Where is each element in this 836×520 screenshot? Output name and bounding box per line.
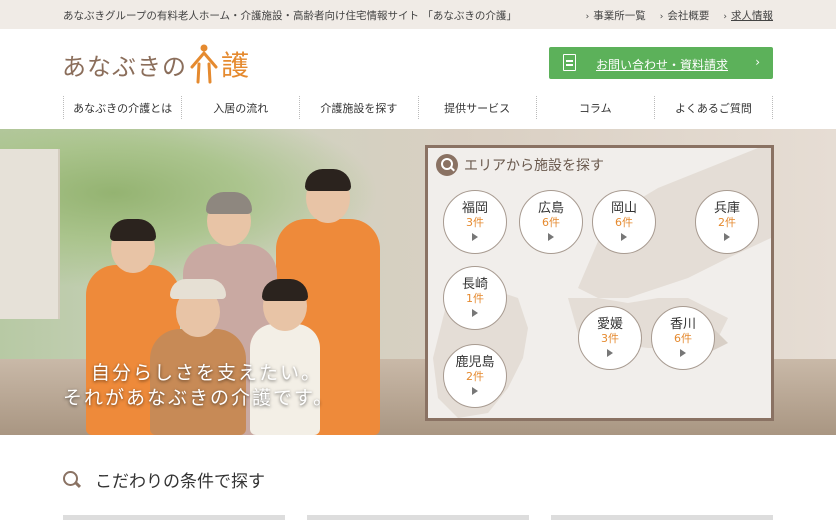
nav-find-facility[interactable]: 介護施設を探す (300, 96, 419, 119)
logo-mark-icon (189, 42, 219, 86)
contact-request-button[interactable]: お問い合わせ・資料請求 › (549, 47, 773, 79)
pref-button-hyogo[interactable]: 兵庫 2件 (695, 190, 759, 254)
play-arrow-icon (472, 233, 478, 241)
chevron-right-icon: › (585, 12, 590, 22)
top-bar: あなぶきグループの有料老人ホーム・介護施設・高齢者向け住宅情報サイト 「あなぶき… (0, 0, 836, 29)
area-search-title: エリアから施設を探す (436, 154, 604, 176)
nav-about[interactable]: あなぶきの介護とは (63, 96, 183, 119)
play-arrow-icon (680, 349, 686, 357)
nav-column[interactable]: コラム (537, 96, 655, 119)
play-arrow-icon (548, 233, 554, 241)
contact-button-label: お問い合わせ・資料請求 (596, 58, 729, 72)
chevron-right-icon: › (659, 12, 664, 22)
pref-button-ehime[interactable]: 愛媛 3件 (578, 306, 642, 370)
area-search-panel: エリアから施設を探す 福岡 3件 広島 6件 岡山 6件 兵庫 2件 長崎 1件… (425, 145, 774, 421)
top-links: › 事業所一覧 › 会社概要 › 求人情報 (586, 8, 773, 23)
hero-person-girl (250, 279, 320, 435)
document-icon (563, 54, 576, 71)
condition-cards-row (63, 515, 773, 520)
hero-catch-line: 自分らしさを支えたい。 (91, 362, 323, 384)
site-tagline: あなぶきグループの有料老人ホーム・介護施設・高齢者向け住宅情報サイト 「あなぶき… (63, 10, 517, 22)
play-arrow-icon (621, 233, 627, 241)
chevron-right-icon: › (755, 55, 760, 69)
nav-move-in-flow[interactable]: 入居の流れ (182, 96, 301, 119)
condition-card[interactable] (63, 515, 285, 520)
play-arrow-icon (724, 233, 730, 241)
top-link-offices[interactable]: › 事業所一覧 (586, 8, 646, 23)
nav-services[interactable]: 提供サービス (419, 96, 537, 119)
logo-kanji: 護 (221, 49, 250, 82)
global-nav: あなぶきの介護とは 入居の流れ 介護施設を探す 提供サービス コラム よくあるご… (63, 96, 774, 119)
play-arrow-icon (472, 387, 478, 395)
hero-person-grandmother (150, 279, 246, 435)
pref-button-kagoshima[interactable]: 鹿児島 2件 (443, 344, 507, 408)
pref-button-fukuoka[interactable]: 福岡 3件 (443, 190, 507, 254)
site-logo[interactable]: あなぶきの 護 (62, 42, 249, 86)
top-link-company[interactable]: › 会社概要 (660, 8, 710, 23)
chevron-right-icon: › (723, 12, 727, 22)
pref-button-hiroshima[interactable]: 広島 6件 (519, 190, 583, 254)
condition-card[interactable] (307, 515, 529, 520)
conditions-search-heading: こだわりの条件で探す (63, 467, 265, 492)
play-arrow-icon (607, 349, 613, 357)
pref-button-kagawa[interactable]: 香川 6件 (651, 306, 715, 370)
search-icon (63, 470, 81, 489)
hero-building (0, 149, 60, 319)
top-link-recruit[interactable]: › 求人情報 (723, 8, 773, 23)
pref-button-nagasaki[interactable]: 長崎 1件 (443, 266, 507, 330)
pref-button-okayama[interactable]: 岡山 6件 (592, 190, 656, 254)
hero-catch-line: それがあなぶきの介護です。 (63, 387, 335, 409)
search-icon (436, 154, 458, 176)
play-arrow-icon (472, 309, 478, 317)
nav-faq[interactable]: よくあるご質問 (655, 96, 774, 119)
condition-card[interactable] (551, 515, 773, 520)
hero-catchcopy: 自分らしさを支えたい。 それがあなぶきの介護です。 (63, 361, 334, 411)
logo-text: あなぶきの (62, 52, 187, 81)
